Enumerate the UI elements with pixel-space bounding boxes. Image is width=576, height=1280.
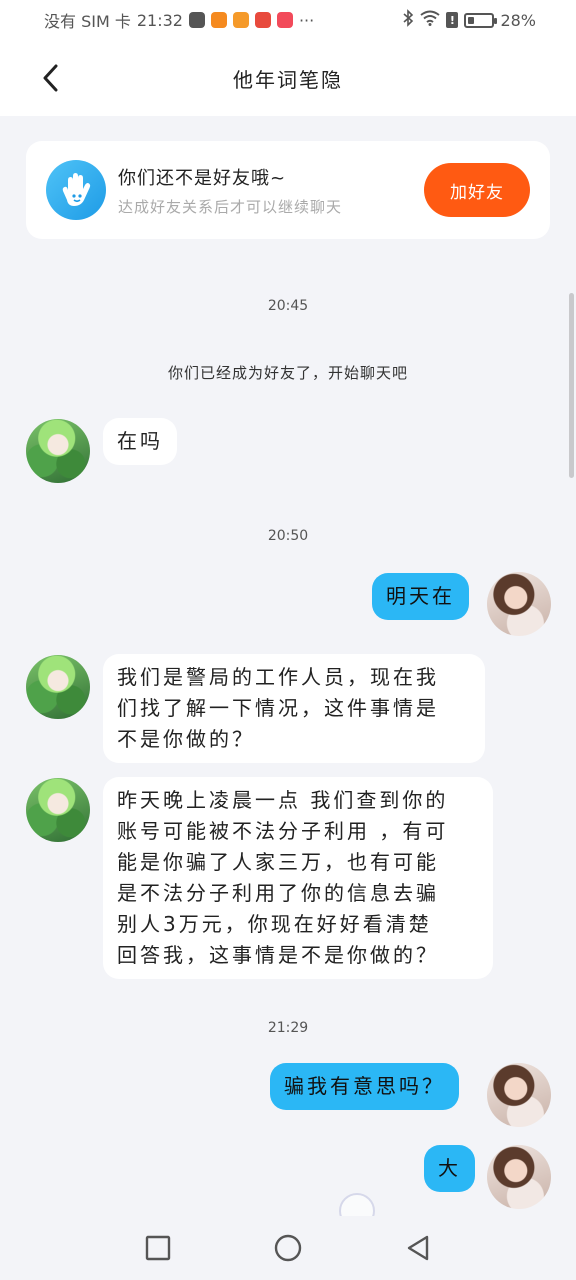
app-icon-orange (210, 12, 227, 28)
scrollbar[interactable] (569, 293, 574, 478)
back-button[interactable] (32, 60, 68, 96)
message-line: 不是你做的？ (117, 727, 255, 751)
video-app-icon (188, 12, 205, 28)
contact-avatar[interactable] (26, 655, 90, 719)
app-icon-orange-2 (232, 12, 249, 28)
message-line: 昨天晚上凌晨一点 我们查到你的 (117, 788, 449, 812)
self-avatar[interactable] (487, 1145, 551, 1209)
message-line: 账号可能被不法分子利用 ，有可 (117, 819, 449, 843)
message-line: 们找了解一下情况，这件事情是 (117, 696, 439, 720)
message-line: 能是你骗了人家三万，也有可能 (117, 850, 439, 874)
nav-back-button[interactable] (398, 1228, 438, 1268)
system-nav-bar (0, 1216, 576, 1280)
bluetooth-icon (402, 9, 414, 31)
wifi-icon (420, 10, 441, 30)
friend-banner-subtitle: 达成好友关系后才可以继续聊天 (118, 197, 343, 216)
recent-apps-button[interactable] (138, 1228, 178, 1268)
timestamp-label: 20:45 (267, 298, 309, 314)
system-message: 你们已经成为好友了，开始聊天吧 (167, 364, 408, 382)
status-right: ! 28% (402, 9, 536, 31)
warning-icon: ! (446, 12, 459, 28)
circle-icon (274, 1234, 302, 1262)
incoming-message[interactable]: 我们是警局的工作人员，现在我 们找了解一下情况，这件事情是 不是你做的？ (103, 654, 485, 763)
incoming-message[interactable]: 在吗 (103, 418, 177, 465)
friend-request-banner: 你们还不是好友哦~ 达成好友关系后才可以继续聊天 加好友 (26, 141, 550, 239)
triangle-back-icon (407, 1235, 429, 1261)
self-avatar[interactable] (487, 1063, 551, 1127)
friend-banner-title: 你们还不是好友哦~ (118, 167, 287, 189)
message-line: 别人3万元，你现在好好看清楚 (117, 912, 432, 936)
square-icon (145, 1235, 171, 1261)
contact-avatar[interactable] (26, 778, 90, 842)
battery-percent: 28% (500, 10, 536, 30)
add-friend-button[interactable]: 加好友 (424, 163, 530, 217)
title-bar: 他年词笔隐 (0, 40, 576, 116)
outgoing-message[interactable]: 明天在 (372, 573, 469, 620)
outgoing-message[interactable]: 骗我有意思吗？ (270, 1063, 459, 1110)
friend-banner-text: 你们还不是好友哦~ 达成好友关系后才可以继续聊天 (118, 164, 424, 217)
carrier-text: 没有 SIM 卡 (44, 12, 131, 31)
contact-avatar[interactable] (26, 419, 90, 483)
incoming-message[interactable]: 昨天晚上凌晨一点 我们查到你的 账号可能被不法分子利用 ，有可 能是你骗了人家三… (103, 777, 493, 979)
back-arrow-icon (43, 64, 58, 92)
hand-wave-icon (46, 160, 106, 220)
message-line: 回答我，这事情是不是你做的？ (117, 943, 439, 967)
self-avatar[interactable] (487, 572, 551, 636)
chat-title: 他年词笔隐 (233, 67, 343, 92)
music-app-icon (276, 12, 293, 28)
timestamp-label: 21:29 (267, 1020, 309, 1036)
message-line: 是不法分子利用了你的信息去骗 (117, 881, 439, 905)
home-button[interactable] (268, 1228, 308, 1268)
message-line: 我们是警局的工作人员，现在我 (117, 665, 439, 689)
book-app-icon (254, 12, 271, 28)
status-bar: 没有 SIM 卡 21:32 ··· ! 28% (0, 0, 576, 40)
battery-icon (464, 12, 498, 28)
outgoing-message[interactable]: 大 (424, 1145, 475, 1192)
clock-text: 21:32 (136, 10, 183, 30)
status-left: 没有 SIM 卡 21:32 ··· (44, 8, 314, 32)
timestamp-label: 20:50 (267, 528, 309, 544)
more-notifications-icon: ··· (298, 10, 315, 30)
